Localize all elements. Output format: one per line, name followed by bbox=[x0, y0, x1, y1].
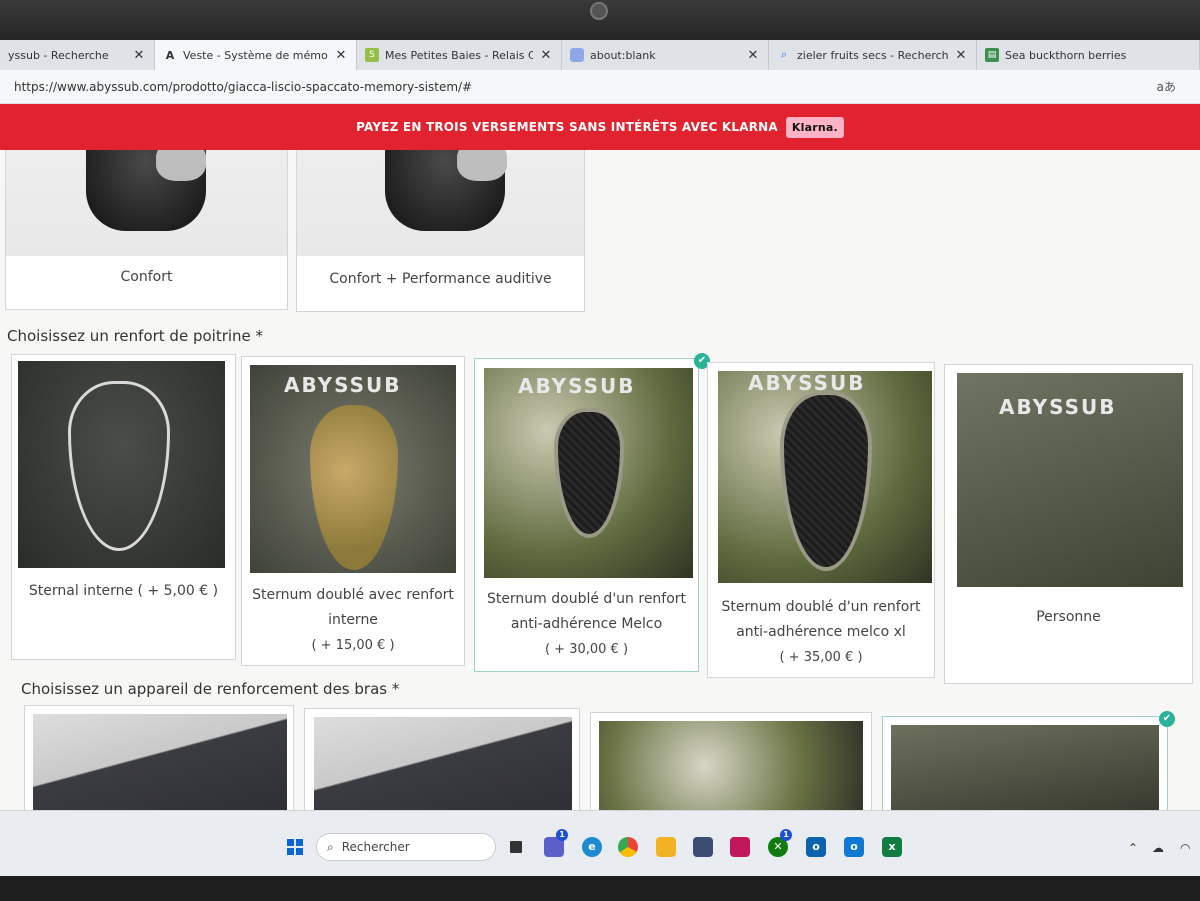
tab-sea-buckthorn[interactable]: ▤ Sea buckthorn berries bbox=[977, 40, 1200, 70]
tab-title: Veste - Système de mémoire Sn bbox=[183, 48, 328, 62]
chest-option-sternum-double-interne[interactable]: ABYSSUB Sternum doublé avec renfort inte… bbox=[241, 356, 465, 666]
wifi-icon[interactable]: ◠ bbox=[1180, 841, 1190, 855]
taskbar-search[interactable]: ⌕ Rechercher bbox=[316, 833, 496, 861]
teams-icon[interactable]: 1 bbox=[544, 829, 568, 857]
outlook-icon[interactable]: o bbox=[806, 837, 826, 857]
tab-veste[interactable]: A Veste - Système de mémoire Sn ✕ bbox=[155, 40, 357, 70]
tab-zieler-search[interactable]: ⌕ zieler fruits secs - Recherche ✕ bbox=[769, 40, 977, 70]
windows-start-icon[interactable] bbox=[287, 839, 303, 855]
edge-icon[interactable]: e bbox=[582, 837, 602, 857]
chest-option-sternum-melco[interactable]: ABYSSUB Sternum doublé d'un renfort anti… bbox=[474, 353, 710, 672]
task-view-icon[interactable] bbox=[510, 841, 522, 853]
excel-icon[interactable]: x bbox=[882, 837, 902, 857]
option-price: ( + 15,00 € ) bbox=[311, 638, 395, 653]
chest-image: ABYSSUB bbox=[484, 368, 693, 578]
tab-about-blank[interactable]: about:blank ✕ bbox=[562, 40, 769, 70]
option-label-line1: Sternum doublé avec renfort bbox=[252, 587, 454, 603]
translate-icon[interactable]: aあ bbox=[1157, 78, 1176, 95]
cloud-icon[interactable]: ☁ bbox=[1152, 841, 1164, 855]
xbox-badge: 1 bbox=[780, 829, 792, 841]
option-label: Personne bbox=[1036, 609, 1101, 625]
arm-section-title: Choisissez un appareil de renforcement d… bbox=[21, 680, 400, 698]
shopify-icon: S bbox=[365, 48, 379, 62]
arm-option-4[interactable]: ✔ bbox=[882, 711, 1175, 810]
brand-logo: ABYSSUB bbox=[748, 371, 866, 395]
monitor-bezel-bottom bbox=[0, 876, 1200, 901]
chest-option-personne[interactable]: ABYSSUB Personne bbox=[944, 364, 1193, 684]
tab-title: Sea buckthorn berries bbox=[1005, 48, 1127, 62]
taskbar: ⌕ Rechercher 1 e ✕ 1 o o x ⌃ ☁ ◠ bbox=[0, 810, 1200, 876]
hood-option-confort[interactable]: Confort bbox=[5, 150, 288, 310]
option-label-line2: interne bbox=[328, 612, 378, 628]
arm-image bbox=[891, 725, 1159, 810]
sheet-icon: ▤ bbox=[985, 48, 999, 62]
hood-option-confort-performance[interactable]: Confort + Performance auditive bbox=[296, 150, 585, 312]
close-icon[interactable]: ✕ bbox=[132, 48, 146, 63]
tab-mes-petites-baies[interactable]: S Mes Petites Baies - Relais Colis ✕ bbox=[357, 40, 562, 70]
tab-title: Mes Petites Baies - Relais Colis bbox=[385, 48, 533, 62]
brand-logo: ABYSSUB bbox=[518, 374, 636, 398]
hood-image bbox=[6, 150, 287, 256]
tab-title: zieler fruits secs - Recherche bbox=[797, 48, 948, 62]
abyssub-logo-icon: A bbox=[165, 48, 175, 62]
option-label-line2: anti-adhérence melco xl bbox=[736, 624, 906, 640]
option-label-line1: Sternum doublé d'un renfort bbox=[486, 591, 687, 607]
tab-title: yssub - Recherche bbox=[8, 48, 109, 62]
close-icon[interactable]: ✕ bbox=[746, 48, 760, 63]
arm-option-2[interactable] bbox=[304, 708, 580, 810]
arm-image bbox=[314, 717, 572, 810]
webcam bbox=[590, 2, 608, 20]
chevron-up-icon[interactable]: ⌃ bbox=[1128, 841, 1138, 855]
brand-logo: ABYSSUB bbox=[284, 373, 402, 397]
arm-option-3[interactable] bbox=[590, 712, 872, 810]
blank-page-icon bbox=[570, 48, 584, 62]
close-icon[interactable]: ✕ bbox=[954, 48, 968, 63]
monitor-bezel bbox=[0, 0, 1200, 40]
chest-image: ABYSSUB bbox=[957, 373, 1183, 587]
photos-icon[interactable] bbox=[730, 837, 750, 857]
klarna-badge: Klarna. bbox=[785, 116, 844, 138]
selected-check-icon: ✔ bbox=[1159, 711, 1175, 727]
tab-abyssub-search[interactable]: yssub - Recherche ✕ bbox=[0, 40, 155, 70]
option-price: ( + 30,00 € ) bbox=[544, 642, 629, 657]
screen: yssub - Recherche ✕ A Veste - Système de… bbox=[0, 40, 1200, 876]
store-icon[interactable] bbox=[693, 837, 713, 857]
option-label: Confort + Performance auditive bbox=[329, 271, 552, 287]
chest-image: ABYSSUB bbox=[718, 371, 932, 583]
teams-badge: 1 bbox=[556, 829, 568, 841]
search-icon: ⌕ bbox=[780, 48, 788, 61]
arm-image bbox=[599, 721, 863, 810]
option-label: Sternal interne ( + 5,00 € ) bbox=[28, 583, 219, 599]
xbox-icon[interactable]: ✕ 1 bbox=[768, 829, 792, 857]
file-explorer-icon[interactable] bbox=[656, 837, 676, 857]
chest-image bbox=[18, 361, 225, 568]
search-icon: ⌕ bbox=[327, 839, 334, 854]
brand-logo: ABYSSUB bbox=[999, 395, 1117, 419]
search-placeholder: Rechercher bbox=[341, 840, 410, 854]
arm-image bbox=[33, 714, 287, 810]
close-icon[interactable]: ✕ bbox=[334, 48, 348, 63]
promo-text: PAYEZ EN TROIS VERSEMENTS SANS INTÉRÊTS … bbox=[356, 120, 778, 134]
product-options: Confort Confort + Performance auditive C… bbox=[0, 150, 1200, 810]
arm-option-1[interactable] bbox=[24, 705, 294, 810]
tab-bar: yssub - Recherche ✕ A Veste - Système de… bbox=[0, 40, 1200, 70]
chest-section-title: Choisissez un renfort de poitrine * bbox=[7, 327, 264, 345]
hood-image bbox=[297, 150, 584, 256]
option-label-line1: Sternum doublé d'un renfort bbox=[721, 599, 921, 615]
chest-option-sternum-melco-xl[interactable]: ABYSSUB Sternum doublé d'un renfort anti… bbox=[707, 362, 935, 678]
chrome-icon[interactable] bbox=[618, 837, 638, 857]
klarna-promo-banner: PAYEZ EN TROIS VERSEMENTS SANS INTÉRÊTS … bbox=[0, 104, 1200, 150]
tab-title: about:blank bbox=[590, 48, 656, 62]
url-text[interactable]: https://www.abyssub.com/prodotto/giacca-… bbox=[14, 80, 1157, 94]
option-label-line2: anti-adhérence Melco bbox=[510, 616, 663, 632]
chest-option-sternal-interne[interactable]: Sternal interne ( + 5,00 € ) bbox=[11, 354, 236, 660]
outlook-new-icon[interactable]: o bbox=[844, 837, 864, 857]
option-price: ( + 35,00 € ) bbox=[779, 650, 863, 665]
option-label: Confort bbox=[120, 269, 173, 285]
close-icon[interactable]: ✕ bbox=[539, 48, 553, 63]
address-bar[interactable]: https://www.abyssub.com/prodotto/giacca-… bbox=[0, 70, 1200, 104]
chest-image: ABYSSUB bbox=[250, 365, 456, 573]
